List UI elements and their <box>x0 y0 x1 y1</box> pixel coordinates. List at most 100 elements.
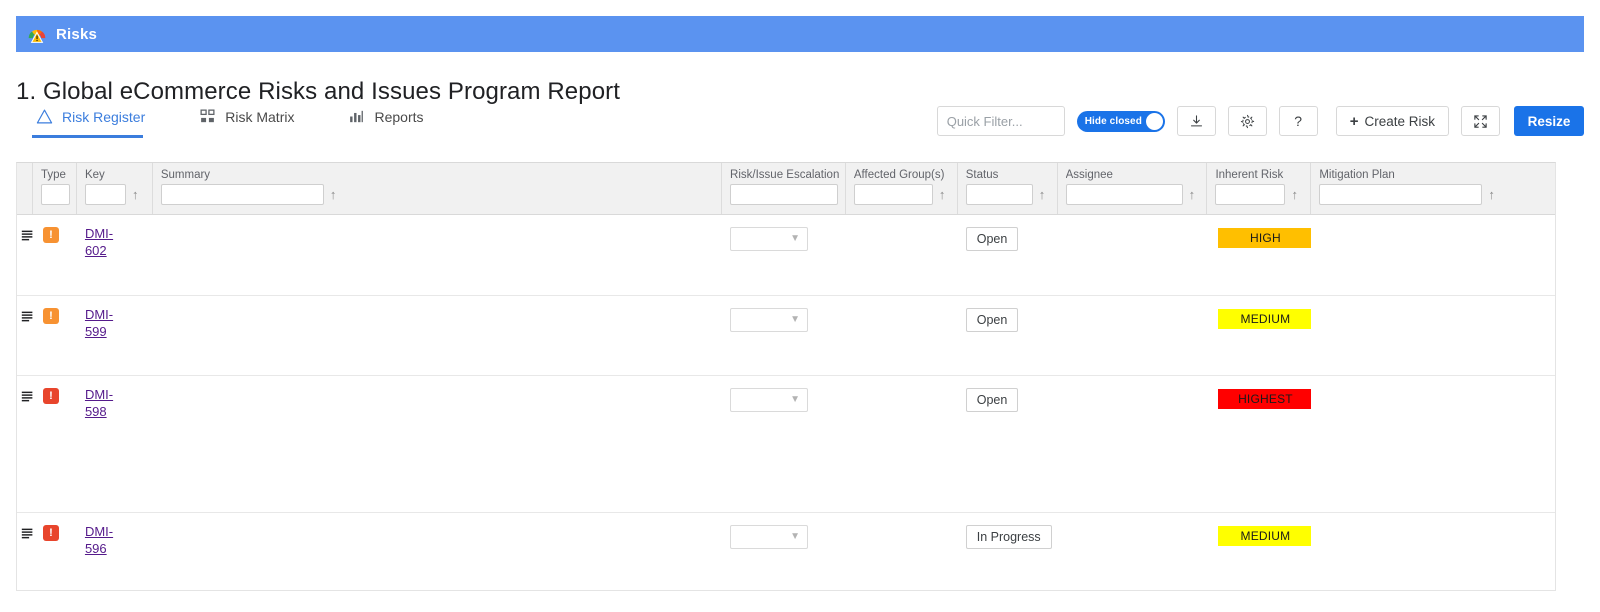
row-summary-cell[interactable] <box>153 376 722 512</box>
plus-icon: + <box>1349 112 1359 130</box>
tab-bar: Risk Register Risk Matrix Reports <box>32 104 474 138</box>
collapse-button[interactable] <box>1461 106 1500 136</box>
row-summary-cell[interactable] <box>153 296 722 375</box>
sort-assignee-button[interactable]: ↑ <box>1189 188 1196 201</box>
sort-affected-groups-button[interactable]: ↑ <box>939 188 946 201</box>
row-summary-cell[interactable] <box>153 215 722 295</box>
row-escalation-cell: ▼ <box>722 215 846 295</box>
row-assignee-cell[interactable] <box>1058 215 1208 295</box>
export-button[interactable] <box>1176 106 1216 136</box>
header-drag <box>17 163 33 214</box>
priority-icon: ! <box>42 308 59 324</box>
row-affected-groups-cell[interactable] <box>846 513 958 590</box>
row-type-cell: ! <box>33 376 77 512</box>
tab-risk-matrix[interactable]: Risk Matrix <box>195 104 310 138</box>
escalation-select[interactable]: ▼ <box>730 525 809 549</box>
row-inherent-risk-cell: HIGHEST <box>1207 376 1312 512</box>
table-row[interactable]: ! DMI-602 ▼ Open HIGH <box>17 215 1555 296</box>
gear-icon <box>1240 114 1254 128</box>
help-button[interactable]: ? <box>1278 106 1318 136</box>
row-affected-groups-cell[interactable] <box>846 215 958 295</box>
header-summary: Summary ↑ <box>153 163 723 214</box>
inherent-risk-badge: MEDIUM <box>1218 309 1312 329</box>
row-mitigation-plan-cell[interactable] <box>1311 296 1555 375</box>
create-risk-label: Create Risk <box>1364 113 1435 129</box>
drag-handle-icon[interactable] <box>21 229 33 242</box>
issue-key-link[interactable]: DMI-598 <box>85 386 119 420</box>
chevron-down-icon: ▼ <box>790 314 801 325</box>
header-key: Key ↑ <box>77 163 153 214</box>
settings-button[interactable] <box>1227 106 1267 136</box>
status-button[interactable]: Open <box>965 388 1019 412</box>
row-mitigation-plan-cell[interactable] <box>1311 513 1555 590</box>
issue-key-link[interactable]: DMI-596 <box>85 523 119 557</box>
row-status-cell: In Progress <box>958 513 1058 590</box>
status-button[interactable]: In Progress <box>965 525 1052 549</box>
row-inherent-risk-cell: MEDIUM <box>1207 296 1312 375</box>
status-button[interactable]: Open <box>965 227 1019 251</box>
tab-risk-register[interactable]: Risk Register <box>32 104 161 138</box>
row-assignee-cell[interactable] <box>1058 296 1208 375</box>
sort-key-button[interactable]: ↑ <box>132 188 139 201</box>
sort-status-button[interactable]: ↑ <box>1039 188 1046 201</box>
escalation-select[interactable]: ▼ <box>730 227 809 251</box>
issue-key-link[interactable]: DMI-602 <box>85 225 119 259</box>
table-row[interactable]: ! DMI-599 ▼ Open MEDIUM <box>17 296 1555 376</box>
header-label: Type <box>40 169 66 181</box>
row-drag-cell <box>17 376 33 512</box>
header-label: Inherent Risk <box>1215 169 1284 181</box>
row-mitigation-plan-cell[interactable] <box>1311 376 1555 512</box>
row-assignee-cell[interactable] <box>1058 513 1208 590</box>
tab-reports[interactable]: Reports <box>344 104 439 138</box>
row-assignee-cell[interactable] <box>1058 376 1208 512</box>
filter-assignee-input[interactable] <box>1065 184 1183 205</box>
row-affected-groups-cell[interactable] <box>846 376 958 512</box>
filter-escalation-input[interactable] <box>730 184 839 205</box>
status-button[interactable]: Open <box>965 308 1019 332</box>
header-label: Assignee <box>1065 169 1113 181</box>
grid-header-row: Type Key ↑ Summary ↑ Risk/Issue Escalati… <box>17 163 1555 215</box>
row-status-cell: Open <box>958 296 1058 375</box>
drag-handle-icon[interactable] <box>21 527 33 540</box>
priority-icon: ! <box>42 227 59 243</box>
filter-summary-input[interactable] <box>160 184 324 205</box>
header-assignee: Assignee ↑ <box>1058 163 1208 214</box>
filter-mitigation-plan-input[interactable] <box>1319 184 1483 205</box>
header-status: Status ↑ <box>958 163 1058 214</box>
tab-label: Risk Matrix <box>225 108 295 125</box>
filter-type-input[interactable] <box>40 184 70 205</box>
resize-button[interactable]: Resize <box>1514 106 1584 136</box>
sort-summary-button[interactable]: ↑ <box>330 188 337 201</box>
filter-status-input[interactable] <box>965 184 1033 205</box>
row-key-cell: DMI-599 <box>77 296 153 375</box>
tab-label: Risk Register <box>62 108 146 125</box>
escalation-select[interactable]: ▼ <box>730 308 809 332</box>
sort-mitigation-plan-button[interactable]: ↑ <box>1488 188 1495 201</box>
table-row[interactable]: ! DMI-598 ▼ Open HIGHEST <box>17 376 1555 513</box>
header-label: Mitigation Plan <box>1319 169 1395 181</box>
filter-inherent-risk-input[interactable] <box>1215 184 1286 205</box>
row-status-cell: Open <box>958 376 1058 512</box>
row-mitigation-plan-cell[interactable] <box>1311 215 1555 295</box>
risk-gauge-icon <box>28 29 46 43</box>
row-affected-groups-cell[interactable] <box>846 296 958 375</box>
row-summary-cell[interactable] <box>153 513 722 590</box>
row-type-cell: ! <box>33 215 77 295</box>
row-drag-cell <box>17 215 33 295</box>
create-risk-button[interactable]: + Create Risk <box>1335 106 1449 136</box>
drag-handle-icon[interactable] <box>21 390 33 403</box>
header-label: Summary <box>160 169 211 181</box>
priority-icon: ! <box>42 388 59 404</box>
hide-closed-toggle[interactable]: Hide closed <box>1076 110 1165 132</box>
sort-inherent-risk-button[interactable]: ↑ <box>1291 188 1298 201</box>
header-label: Affected Group(s) <box>853 169 945 181</box>
table-row[interactable]: ! DMI-596 ▼ In Progress MEDIUM <box>17 513 1555 590</box>
issue-key-link[interactable]: DMI-599 <box>85 306 119 340</box>
escalation-select[interactable]: ▼ <box>730 388 809 412</box>
bar-chart-icon <box>350 110 364 123</box>
filter-key-input[interactable] <box>84 184 126 205</box>
drag-handle-icon[interactable] <box>21 310 33 323</box>
filter-affected-groups-input[interactable] <box>853 184 933 205</box>
quick-filter-input[interactable] <box>936 106 1065 136</box>
app-banner: Risks <box>16 16 1584 52</box>
